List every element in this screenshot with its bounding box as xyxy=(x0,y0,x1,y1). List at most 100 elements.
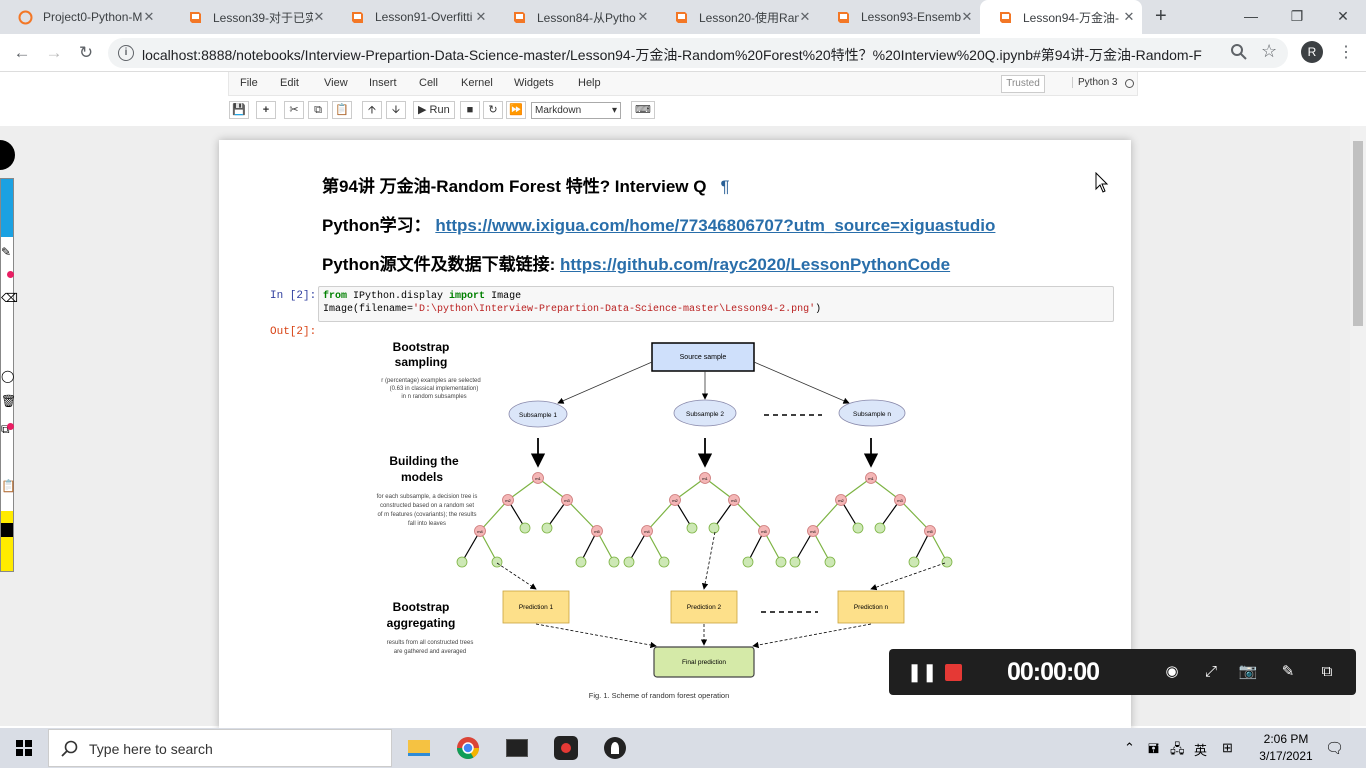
tree-node-label: m4 xyxy=(810,529,816,534)
eye-tool-icon[interactable] xyxy=(1,179,13,237)
models-desc-4: fall into leaves xyxy=(408,521,446,527)
tree-leaf-node xyxy=(575,556,587,568)
tree-edge xyxy=(646,499,676,532)
figure-caption: Fig. 1. Scheme of random forest operatio… xyxy=(589,691,730,700)
search-icon xyxy=(61,740,78,757)
tree-node-label: m1 xyxy=(702,476,708,481)
windows-start-icon[interactable] xyxy=(16,740,32,756)
tree-edge xyxy=(566,499,598,532)
tree-edge xyxy=(812,499,842,532)
tree-node-label: m1 xyxy=(868,476,874,481)
tray-chevron-icon[interactable]: ⌃ xyxy=(1124,740,1135,756)
page-scrollbar[interactable] xyxy=(1350,126,1366,726)
color-dot-icon[interactable] xyxy=(7,271,14,278)
file-explorer-icon[interactable] xyxy=(404,733,434,763)
trash-tool-icon[interactable]: 🗑 xyxy=(1,394,16,414)
tree-node-label: m2 xyxy=(505,498,511,503)
tree-node-label: m4 xyxy=(644,529,650,534)
chrome-icon[interactable] xyxy=(453,733,483,763)
pen-icon[interactable]: ✎ xyxy=(1277,661,1299,683)
subsample-n-label: Subsample n xyxy=(853,411,891,418)
tree-node-label: m3 xyxy=(731,498,737,503)
aggregating-desc-2: are gathered and averaged xyxy=(394,649,466,655)
sampling-desc-3: in n random subsamples xyxy=(401,394,466,400)
sampling-desc-2: (0.63 in classical implementation) xyxy=(390,386,479,392)
bootstrap-sampling-title: Bootstrap xyxy=(393,340,450,354)
bootstrap-aggregating-title-2: aggregating xyxy=(387,616,456,630)
color-dot-icon-2[interactable] xyxy=(7,423,14,430)
tree-edge xyxy=(479,499,509,532)
bootstrap-aggregating-title: Bootstrap xyxy=(393,600,450,614)
notification-icon[interactable]: 🗨 xyxy=(1325,739,1344,757)
screen-recorder-bar: ❚❚ 00:00:00 ◉ ⤢ 📷 ✎ ⧉ xyxy=(889,649,1356,695)
tree-node-label: m2 xyxy=(672,498,678,503)
tree-node-label: m3 xyxy=(564,498,570,503)
tree-leaf-node xyxy=(852,522,864,534)
tree-leaf-node xyxy=(708,522,720,534)
search-placeholder: Type here to search xyxy=(89,741,213,757)
pencil-tool-icon[interactable]: ✎ xyxy=(1,245,13,285)
tree-leaf-node xyxy=(789,556,801,568)
clock-date[interactable]: 3/17/2021 xyxy=(1254,749,1318,763)
tree-leaf-node xyxy=(658,556,670,568)
tree-edge xyxy=(733,499,765,532)
mouse-cursor-icon xyxy=(1095,172,1109,193)
camera-icon[interactable]: 📷 xyxy=(1237,661,1259,683)
final-prediction-label: Final prediction xyxy=(682,659,726,666)
ime-indicator[interactable]: 英 xyxy=(1194,740,1207,759)
tray-device-icon[interactable]: 🖬 xyxy=(1148,740,1159,762)
circle-tool-icon[interactable]: ◯ xyxy=(1,369,14,389)
tree-leaf-node xyxy=(686,522,698,534)
annotation-toolbar: ✎ ⌫ ◯ 🗑 ⧉ 📋 xyxy=(0,178,18,572)
source-sample-label: Source sample xyxy=(680,354,727,361)
prediction-n-label: Prediction n xyxy=(854,604,889,611)
network-icon[interactable]: 🖧 xyxy=(1170,740,1185,762)
aggregating-desc: results from all constructed trees xyxy=(387,640,474,646)
tree-node-label: m4 xyxy=(477,529,483,534)
taskbar: Type here to search ⌃ 🖬 🖧 英 ⊞ 2:06 PM 3/… xyxy=(0,728,1366,768)
decision-trees: m1 m2 m3 m4 m5 m1 m2 m3 m4 m5 m1 m2 m3 m4 m5 xyxy=(456,472,953,568)
tree-leaf-node xyxy=(491,556,503,568)
terminal-icon[interactable] xyxy=(502,733,532,763)
input-grid-icon[interactable]: ⊞ xyxy=(1222,740,1233,756)
models-desc: for each subsample, a decision tree is xyxy=(377,494,478,500)
tree-leaf-node xyxy=(874,522,886,534)
tree-leaf-node xyxy=(519,522,531,534)
clock-time[interactable]: 2:06 PM xyxy=(1256,732,1316,746)
eraser-tool-icon[interactable]: ⌫ xyxy=(1,291,18,321)
prediction-1-label: Prediction 1 xyxy=(519,604,554,611)
tree-leaf-node xyxy=(908,556,920,568)
recorder-app-icon[interactable] xyxy=(551,733,581,763)
tree-node-label: m5 xyxy=(761,529,767,534)
recording-timer: 00:00:00 xyxy=(1007,658,1100,686)
subsample-1-label: Subsample 1 xyxy=(519,412,557,419)
tree-leaf-node xyxy=(623,556,635,568)
webcam-icon[interactable]: ◉ xyxy=(1161,661,1183,683)
tree-leaf-node xyxy=(941,556,953,568)
tree-leaf-node xyxy=(824,556,836,568)
models-desc-2: constructed based on a random set xyxy=(380,503,474,509)
tree-node-label: m5 xyxy=(594,529,600,534)
tree-edge xyxy=(899,499,931,532)
taskbar-search[interactable]: Type here to search xyxy=(48,729,392,767)
pause-icon[interactable]: ❚❚ xyxy=(907,661,937,683)
scrollbar-thumb[interactable] xyxy=(1353,141,1363,326)
bootstrap-sampling-title-2: sampling xyxy=(395,355,448,369)
window-icon[interactable]: ⧉ xyxy=(1316,661,1338,683)
models-desc-3: of m features (covariants); the results xyxy=(377,512,476,518)
subsample-2-label: Subsample 2 xyxy=(686,411,724,418)
fullscreen-icon[interactable]: ⤢ xyxy=(1200,661,1222,683)
tree-node-label: m1 xyxy=(535,476,541,481)
black-color-swatch[interactable] xyxy=(1,523,13,537)
epic-pen-icon[interactable] xyxy=(600,733,630,763)
clipboard-tool-icon[interactable]: 📋 xyxy=(1,479,16,499)
building-models-title-2: models xyxy=(401,470,443,484)
tree-node-label: m2 xyxy=(838,498,844,503)
prediction-2-label: Prediction 2 xyxy=(687,604,722,611)
sampling-desc: r (percentage) examples are selected xyxy=(381,378,480,384)
tree-node-label: m3 xyxy=(897,498,903,503)
tree-leaf-node xyxy=(775,556,787,568)
tree-leaf-node xyxy=(456,556,468,568)
highlighter-color-swatch[interactable] xyxy=(1,511,13,571)
stop-record-icon[interactable] xyxy=(945,664,962,681)
